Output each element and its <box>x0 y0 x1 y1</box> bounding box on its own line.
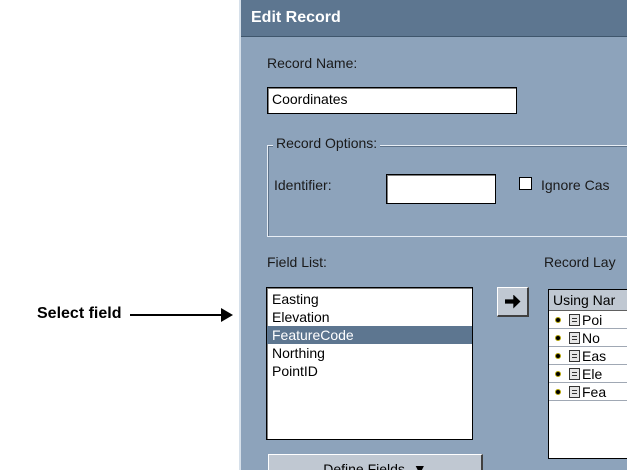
edit-record-dialog: Edit Record Record Name: Coordinates Rec… <box>239 0 627 470</box>
field-icon <box>569 367 580 380</box>
field-list-item[interactable]: PointID <box>267 362 472 380</box>
ignore-case-label: Ignore Cas <box>541 177 610 193</box>
record-layout-header[interactable]: Using Nar <box>549 290 627 311</box>
record-layout-row[interactable]: Eas <box>549 347 627 365</box>
define-fields-suffix: ields <box>376 460 405 470</box>
define-fields-prefix: Define <box>323 460 368 470</box>
field-list-item[interactable]: Easting <box>267 290 472 308</box>
annotation-arrow-line <box>130 314 223 316</box>
record-layout-row[interactable]: Poi <box>549 311 627 329</box>
annotation-arrow-head <box>221 308 233 322</box>
bullet-icon <box>555 316 561 323</box>
dropdown-arrow-icon: ▼ <box>412 460 427 470</box>
record-layout-label: Record Lay <box>544 254 616 270</box>
bullet-icon <box>555 388 561 395</box>
record-layout-row-label: No <box>582 329 600 346</box>
bullet-icon <box>555 370 561 377</box>
arrow-right-icon <box>504 294 521 309</box>
annotation-label: Select field <box>37 305 122 322</box>
identifier-input[interactable] <box>386 174 496 204</box>
record-layout-row-label: Poi <box>582 311 603 328</box>
record-layout-row[interactable]: No <box>549 329 627 347</box>
field-list-item[interactable]: Northing <box>267 344 472 362</box>
record-layout-row-label: Ele <box>582 365 603 382</box>
record-options-title: Record Options: <box>273 135 381 151</box>
bullet-icon <box>555 334 561 341</box>
record-layout-list[interactable]: Using Nar Poi No Eas Ele Fea <box>548 289 627 459</box>
field-icon <box>569 331 580 344</box>
record-name-label: Record Name: <box>267 55 358 71</box>
record-layout-row[interactable]: Fea <box>549 383 627 401</box>
field-icon <box>569 313 580 326</box>
field-icon <box>569 349 580 362</box>
ignore-case-checkbox[interactable] <box>519 177 532 190</box>
record-layout-row-label: Fea <box>582 383 607 400</box>
identifier-label: Identifier: <box>274 177 332 193</box>
add-field-button[interactable] <box>497 287 529 317</box>
define-fields-button[interactable]: Define Fields ▼ <box>268 454 483 470</box>
dialog-title: Edit Record <box>251 9 341 26</box>
record-layout-row-label: Eas <box>582 347 607 364</box>
field-icon <box>569 385 580 398</box>
title-bar: Edit Record <box>241 0 627 37</box>
define-fields-mnemonic: F <box>367 460 377 470</box>
field-list-item[interactable]: Elevation <box>267 308 472 326</box>
record-name-input[interactable]: Coordinates <box>267 87 517 114</box>
field-list[interactable]: Easting Elevation FeatureCode Northing P… <box>266 287 473 440</box>
field-list-item-selected[interactable]: FeatureCode <box>267 326 472 344</box>
field-list-label: Field List: <box>267 254 327 270</box>
define-fields-label: Define Fields <box>323 461 405 470</box>
record-layout-row[interactable]: Ele <box>549 365 627 383</box>
bullet-icon <box>555 352 561 359</box>
